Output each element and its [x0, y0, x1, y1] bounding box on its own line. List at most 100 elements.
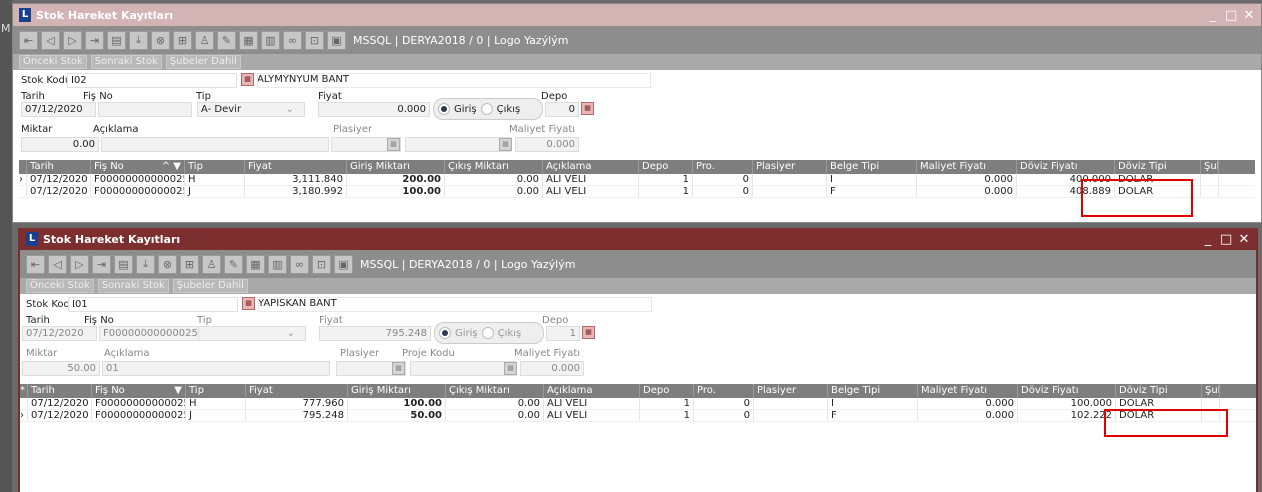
sort-filter-icon[interactable]: ^ ▼ [162, 160, 181, 174]
warehouse-field[interactable]: 0 [545, 102, 579, 117]
stock-lookup-icon[interactable]: ▦ [242, 297, 255, 310]
col-price[interactable]: Fiyat [245, 160, 347, 174]
close-icon[interactable]: ✕ [1243, 8, 1255, 23]
prev-stock-button[interactable]: Önceki Stok [26, 279, 94, 293]
col-salesman[interactable]: Plasiyer [754, 384, 828, 398]
col-in-qty[interactable]: Giriş Miktarı [348, 384, 446, 398]
next-stock-button[interactable]: Sonraki Stok [90, 55, 162, 69]
maximize-icon[interactable]: □ [1220, 232, 1232, 247]
prev-record-icon[interactable]: ◁ [48, 254, 67, 274]
col-type[interactable]: Tip [186, 384, 246, 398]
date-field[interactable]: 07/12/2020 [22, 326, 97, 341]
col-doc-type[interactable]: Belge Tipi [827, 160, 917, 174]
col-fx-type[interactable]: Döviz Tipi [1116, 384, 1202, 398]
close-icon[interactable]: ✕ [1238, 232, 1250, 247]
receipt-no-field[interactable] [98, 102, 192, 117]
project-field[interactable] [410, 361, 516, 376]
filter-icon[interactable]: ▼ [174, 384, 182, 398]
link-icon[interactable]: ∞ [283, 30, 302, 50]
price-field[interactable]: 0.000 [318, 102, 430, 117]
exit-radio[interactable] [481, 327, 494, 339]
edit-icon[interactable]: ✎ [224, 254, 243, 274]
maximize-icon[interactable]: □ [1225, 8, 1237, 23]
cancel-icon[interactable]: ⊗ [158, 254, 177, 274]
project-field[interactable] [405, 137, 511, 152]
stock-lookup-icon[interactable]: ▦ [241, 73, 254, 86]
project-lookup-icon[interactable]: ▦ [499, 138, 512, 151]
xls-icon[interactable]: ▣ [334, 254, 353, 274]
table-row[interactable]: 07/12/2020 F00000000000025 J 3,180.992 1… [19, 186, 1255, 198]
title-bar[interactable]: L Stok Hareket Kayıtları _ □ ✕ [20, 228, 1256, 250]
last-record-icon[interactable]: ⇥ [85, 30, 104, 50]
exit-radio[interactable] [480, 103, 493, 115]
list-icon[interactable]: ▤ [114, 254, 133, 274]
stock-code-field[interactable]: I02 [67, 73, 237, 88]
warehouse-lookup-icon[interactable]: ▦ [581, 102, 594, 115]
log-icon[interactable]: ▦ [246, 254, 265, 274]
sum-icon[interactable]: ▥ [268, 254, 287, 274]
col-in-qty[interactable]: Giriş Miktarı [347, 160, 445, 174]
col-type[interactable]: Tip [185, 160, 245, 174]
col-warehouse[interactable]: Depo [640, 384, 694, 398]
add-icon[interactable]: ⊞ [173, 30, 192, 50]
cost-price-field[interactable]: 0.000 [515, 137, 579, 152]
first-record-icon[interactable]: ⇤ [19, 30, 38, 50]
description-field[interactable]: 01 [102, 361, 330, 376]
list-icon[interactable]: ▤ [107, 30, 126, 50]
col-warehouse[interactable]: Depo [639, 160, 693, 174]
user-icon[interactable]: ♙ [202, 254, 221, 274]
lock-icon[interactable]: ⊡ [305, 30, 324, 50]
cancel-icon[interactable]: ⊗ [151, 30, 170, 50]
col-fx-price[interactable]: Döviz Fiyatı [1018, 384, 1116, 398]
col-cost-price[interactable]: Maliyet Fiyatı [918, 384, 1018, 398]
minimize-icon[interactable]: _ [1202, 232, 1214, 247]
warehouse-field[interactable]: 1 [546, 326, 580, 341]
sum-icon[interactable]: ▥ [261, 30, 280, 50]
xls-icon[interactable]: ▣ [327, 30, 346, 50]
cost-price-field[interactable]: 0.000 [520, 361, 584, 376]
col-doc-type[interactable]: Belge Tipi [828, 384, 918, 398]
download-icon[interactable]: ⤓ [129, 30, 148, 50]
col-description[interactable]: Açıklama [544, 384, 640, 398]
col-out-qty[interactable]: Çıkış Miktarı [445, 160, 543, 174]
col-date[interactable]: Tarih [27, 160, 91, 174]
next-record-icon[interactable]: ▷ [63, 30, 82, 50]
type-select[interactable]: A- Devir ⌄ [197, 102, 305, 117]
col-price[interactable]: Fiyat [246, 384, 348, 398]
col-description[interactable]: Açıklama [543, 160, 639, 174]
salesman-lookup-icon[interactable]: ▦ [387, 138, 400, 151]
col-cost-price[interactable]: Maliyet Fiyatı [917, 160, 1017, 174]
date-field[interactable]: 07/12/2020 [21, 102, 96, 117]
table-row[interactable]: 07/12/2020 F00000000000025 H 777.960 100… [20, 398, 1256, 410]
user-icon[interactable]: ♙ [195, 30, 214, 50]
table-row[interactable]: › 07/12/2020 F00000000000025 H 3,111.840… [19, 174, 1255, 186]
link-icon[interactable]: ∞ [290, 254, 309, 274]
col-receipt-no[interactable]: Fiş No ▼ [92, 384, 186, 398]
col-fx-price[interactable]: Döviz Fiyatı [1017, 160, 1115, 174]
include-branches-button[interactable]: Şubeler Dahil [172, 279, 248, 293]
col-project[interactable]: Pro. [693, 160, 753, 174]
entry-radio[interactable] [439, 327, 451, 339]
salesman-lookup-icon[interactable]: ▦ [392, 362, 405, 375]
table-row[interactable]: › 07/12/2020 F00000000000025 J 795.248 5… [20, 410, 1256, 422]
col-branch[interactable]: Şub [1202, 384, 1220, 398]
receipt-no-field[interactable]: F00000000000025 [99, 326, 199, 341]
col-fx-type[interactable]: Döviz Tipi [1115, 160, 1201, 174]
next-stock-button[interactable]: Sonraki Stok [97, 279, 169, 293]
minimize-icon[interactable]: _ [1207, 8, 1219, 23]
edit-icon[interactable]: ✎ [217, 30, 236, 50]
lock-icon[interactable]: ⊡ [312, 254, 331, 274]
stock-code-field[interactable]: I01 [68, 297, 238, 312]
download-icon[interactable]: ⤓ [136, 254, 155, 274]
warehouse-lookup-icon[interactable]: ▦ [582, 326, 595, 339]
last-record-icon[interactable]: ⇥ [92, 254, 111, 274]
project-lookup-icon[interactable]: ▦ [504, 362, 517, 375]
first-record-icon[interactable]: ⇤ [26, 254, 45, 274]
prev-record-icon[interactable]: ◁ [41, 30, 60, 50]
quantity-field[interactable]: 50.00 [22, 361, 100, 376]
col-out-qty[interactable]: Çıkış Miktarı [446, 384, 544, 398]
col-date[interactable]: Tarih [28, 384, 92, 398]
col-project[interactable]: Pro. [694, 384, 754, 398]
description-field[interactable] [101, 137, 329, 152]
title-bar[interactable]: L Stok Hareket Kayıtları _ □ ✕ [13, 4, 1261, 26]
